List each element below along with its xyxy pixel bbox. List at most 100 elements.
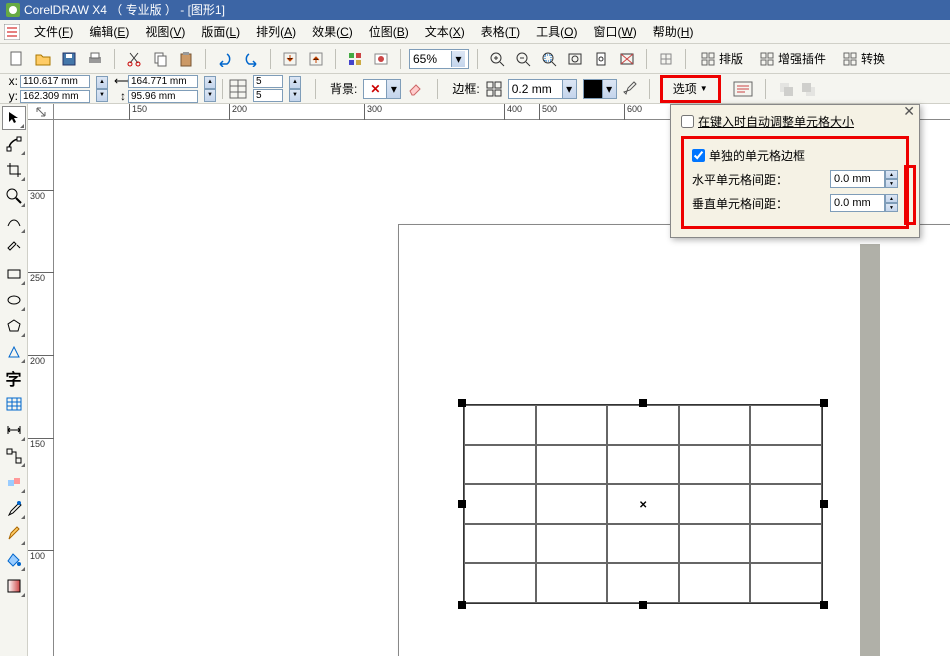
text-wrap-icon[interactable] xyxy=(733,81,753,97)
enhance-button[interactable]: 增强插件 xyxy=(753,48,832,69)
ruler-vertical[interactable]: 300250200150100 xyxy=(28,120,54,656)
polygon-tool[interactable] xyxy=(2,314,26,338)
open-button[interactable] xyxy=(32,48,54,70)
freehand-tool[interactable] xyxy=(2,210,26,234)
vspace-input[interactable] xyxy=(830,194,885,212)
connector-tool[interactable] xyxy=(2,444,26,468)
property-toolbar: x: y: ▲▼ ⟷ ↕ ▲▼ ▲▼ 背景: ✕▾ 边框: 0.2 mm▾ ▾ … xyxy=(0,74,950,104)
rectangle-tool[interactable] xyxy=(2,262,26,286)
y-label: y: xyxy=(6,89,18,103)
bg-none-swatch[interactable]: ✕ xyxy=(363,79,387,99)
zoom-sel-button[interactable] xyxy=(538,48,560,70)
y-input[interactable] xyxy=(20,90,90,103)
eraser-icon[interactable] xyxy=(407,81,423,97)
ellipse-tool[interactable] xyxy=(2,288,26,312)
menu-f[interactable]: 文件(F) xyxy=(26,21,81,42)
eyedropper-tool[interactable] xyxy=(2,496,26,520)
border-all-icon[interactable] xyxy=(486,81,502,97)
cut-button[interactable] xyxy=(123,48,145,70)
menubar: 文件(F)编辑(E)视图(V)版面(L)排列(A)效果(C)位图(B)文本(X)… xyxy=(0,20,950,44)
menu-x[interactable]: 文本(X) xyxy=(417,21,473,42)
x-input[interactable] xyxy=(20,75,90,88)
zoom-select[interactable]: 65% ▾ xyxy=(409,49,469,69)
bg-dropdown[interactable]: ▾ xyxy=(387,79,401,99)
zoom-page-button[interactable] xyxy=(590,48,612,70)
zoomout-button[interactable] xyxy=(512,48,534,70)
menu-c[interactable]: 效果(C) xyxy=(304,21,361,42)
menu-o[interactable]: 工具(O) xyxy=(528,21,585,42)
handle-tl[interactable] xyxy=(458,399,466,407)
menu-h[interactable]: 帮助(H) xyxy=(645,21,702,42)
text-tool[interactable]: 字 xyxy=(2,366,26,390)
handle-bl[interactable] xyxy=(458,601,466,609)
rc-spinner[interactable]: ▲▼ xyxy=(289,76,301,102)
menu-l[interactable]: 版面(L) xyxy=(193,21,248,42)
ruler-origin[interactable] xyxy=(28,104,54,120)
crop-tool[interactable] xyxy=(2,158,26,182)
convert-button[interactable]: 转换 xyxy=(836,48,891,69)
export-button[interactable] xyxy=(305,48,327,70)
border-color-dropdown[interactable]: ▾ xyxy=(603,79,617,99)
rows-input[interactable] xyxy=(253,75,283,88)
xy-spinner[interactable]: ▲▼ xyxy=(96,76,108,102)
border-width-input[interactable]: 0.2 mm xyxy=(508,79,563,99)
outline-tool[interactable] xyxy=(2,522,26,546)
zoomin-button[interactable] xyxy=(486,48,508,70)
hspace-spinner[interactable]: ▲▼ xyxy=(885,170,898,188)
front-icon[interactable] xyxy=(778,81,794,97)
undo-button[interactable] xyxy=(214,48,236,70)
zoom-tool[interactable] xyxy=(2,184,26,208)
handle-tm[interactable] xyxy=(639,399,647,407)
selected-table[interactable]: ✕ xyxy=(463,404,823,604)
hspace-input[interactable] xyxy=(830,170,885,188)
menu-a[interactable]: 排列(A) xyxy=(248,21,304,42)
options-button[interactable]: 选项▼ xyxy=(660,75,721,103)
chevron-down-icon: ▾ xyxy=(451,51,465,67)
border-color-swatch[interactable] xyxy=(583,79,603,99)
cols-input[interactable] xyxy=(253,89,283,102)
redo-button[interactable] xyxy=(240,48,262,70)
menu-v[interactable]: 视图(V) xyxy=(137,21,193,42)
pen-icon[interactable] xyxy=(623,81,639,97)
handle-br[interactable] xyxy=(820,601,828,609)
height-input[interactable] xyxy=(128,90,198,103)
snap-button[interactable] xyxy=(655,48,677,70)
menu-e[interactable]: 编辑(E) xyxy=(81,21,137,42)
zoom-all-button[interactable] xyxy=(616,48,638,70)
handle-tr[interactable] xyxy=(820,399,828,407)
autofit-checkbox[interactable] xyxy=(681,115,694,128)
welcome-button[interactable] xyxy=(370,48,392,70)
menu-b[interactable]: 位图(B) xyxy=(361,21,417,42)
import-button[interactable] xyxy=(279,48,301,70)
smart-draw-tool[interactable] xyxy=(2,236,26,260)
fill-tool[interactable] xyxy=(2,548,26,572)
border-width-dropdown[interactable]: ▾ xyxy=(563,79,577,99)
blend-tool[interactable] xyxy=(2,470,26,494)
table-tool[interactable] xyxy=(2,392,26,416)
table-icon xyxy=(229,77,247,101)
back-icon[interactable] xyxy=(800,81,816,97)
paste-button[interactable] xyxy=(175,48,197,70)
interactive-fill-tool[interactable] xyxy=(2,574,26,598)
shape-tool[interactable] xyxy=(2,132,26,156)
dimension-tool[interactable] xyxy=(2,418,26,442)
new-button[interactable] xyxy=(6,48,28,70)
handle-bm[interactable] xyxy=(639,601,647,609)
vspace-spinner[interactable]: ▲▼ xyxy=(885,194,898,212)
pick-tool[interactable] xyxy=(2,106,26,130)
width-input[interactable] xyxy=(128,75,198,88)
basic-shapes-tool[interactable] xyxy=(2,340,26,364)
handle-mr[interactable] xyxy=(820,500,828,508)
handle-ml[interactable] xyxy=(458,500,466,508)
wh-spinner[interactable]: ▲▼ xyxy=(204,76,216,102)
layout-button[interactable]: 排版 xyxy=(694,48,749,69)
print-button[interactable] xyxy=(84,48,106,70)
separate-checkbox[interactable] xyxy=(692,149,705,162)
copy-button[interactable] xyxy=(149,48,171,70)
zoom-fit-button[interactable] xyxy=(564,48,586,70)
app-launcher-button[interactable] xyxy=(344,48,366,70)
menu-w[interactable]: 窗口(W) xyxy=(585,21,644,42)
save-button[interactable] xyxy=(58,48,80,70)
close-icon[interactable]: ✕ xyxy=(903,103,915,120)
menu-t[interactable]: 表格(T) xyxy=(473,21,528,42)
